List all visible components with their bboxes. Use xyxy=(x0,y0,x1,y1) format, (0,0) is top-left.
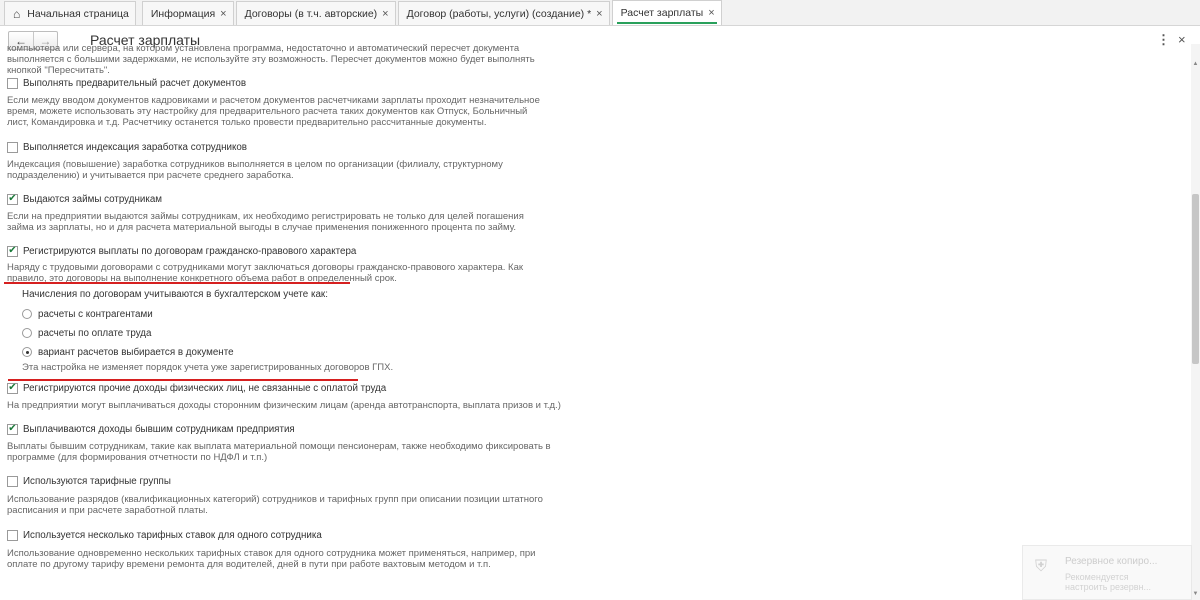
radio-selected[interactable] xyxy=(22,347,32,357)
home-icon: ⌂ xyxy=(13,6,21,21)
option-precalc[interactable]: Выполнять предварительный расчет докумен… xyxy=(7,76,567,90)
tab-label: Договор (работы, услуги) (создание) * xyxy=(406,7,592,20)
option-description: Если между вводом документов кадровиками… xyxy=(7,95,540,128)
option-gph[interactable]: ✔ Регистрируются выплаты по договорам гра… xyxy=(7,244,567,258)
radio-label: расчеты по оплате труда xyxy=(38,327,152,339)
option-loans[interactable]: ✔ Выдаются займы сотрудникам xyxy=(7,192,567,206)
checkmark-icon: ✔ xyxy=(8,193,17,204)
checkbox-unchecked[interactable] xyxy=(7,77,18,89)
option-indexation[interactable]: Выполняется индексация заработка сотрудн… xyxy=(7,140,567,154)
tab-label: Расчет зарплаты xyxy=(620,7,704,19)
radio-unselected[interactable] xyxy=(22,309,32,319)
tab-label: Начальная страница xyxy=(27,7,129,20)
radio-label: расчеты с контрагентами xyxy=(38,308,153,320)
option-description: Использование одновременно нескольких та… xyxy=(7,548,536,570)
accounting-method-note: Эта настройка не изменяет порядок учета … xyxy=(22,362,394,373)
checkbox-checked[interactable]: ✔ xyxy=(7,245,18,257)
option-description: Индексация (повышение) заработка сотрудн… xyxy=(7,159,503,181)
radio-unselected[interactable] xyxy=(22,328,32,338)
option-description: Выплаты бывшим сотрудникам, такие как вы… xyxy=(7,441,551,463)
tab-bar: ⌂ Начальная страница Информация × Договоры (… xyxy=(0,0,1200,26)
scroll-up-icon[interactable]: ▲ xyxy=(1192,60,1199,68)
option-label: Выполнять предварительный расчет докумен… xyxy=(23,77,247,89)
checkbox-unchecked[interactable] xyxy=(7,475,18,487)
tab-label: Информация xyxy=(150,7,216,20)
vertical-scrollbar[interactable]: ▲ ▼ xyxy=(1191,44,1200,600)
option-label: Выполняется индексация заработка сотрудн… xyxy=(23,141,248,153)
option-other_income[interactable]: ✔ Регистрируются прочие доходы физических… xyxy=(7,381,567,395)
highlight-underline xyxy=(8,379,358,381)
option-description: компьютера или сервера, на котором устан… xyxy=(7,44,535,76)
option-description: На предприятии могут выплачиваться доход… xyxy=(7,400,561,411)
radio-option[interactable]: вариант расчетов выбирается в документе xyxy=(7,345,567,359)
radio-option[interactable]: расчеты по оплате труда xyxy=(7,326,567,340)
tab-4[interactable]: Расчет зарплаты × xyxy=(611,0,722,25)
option-label: Регистрируются прочие доходы физических … xyxy=(23,382,387,394)
checkbox-checked[interactable]: ✔ xyxy=(7,193,18,205)
checkmark-icon: ✔ xyxy=(8,245,17,256)
option-description: Использование разрядов (квалификационных… xyxy=(7,494,543,516)
scrollbar-thumb[interactable] xyxy=(1192,194,1199,364)
option-label: Регистрируются выплаты по договорам граж… xyxy=(23,245,357,257)
accounting-method-label: Начисления по договорам учитываются в бу… xyxy=(22,289,328,300)
close-tab-icon[interactable]: × xyxy=(382,8,388,20)
radio-label: вариант расчетов выбирается в документе xyxy=(38,346,234,358)
tab-1[interactable]: Информация × xyxy=(141,1,234,25)
option-label: Выдаются займы сотрудникам xyxy=(23,193,163,205)
checkbox-checked[interactable]: ✔ xyxy=(7,423,18,435)
notification-title: Резервное копиро... xyxy=(1065,556,1158,567)
settings-content: компьютера или сервера, на котором устан… xyxy=(0,44,1190,600)
option-description: Если на предприятии выдаются займы сотру… xyxy=(7,211,524,233)
shield-icon: ⛨ xyxy=(1035,558,1048,575)
checkbox-checked[interactable]: ✔ xyxy=(7,382,18,394)
option-label: Используется несколько тарифных ставок д… xyxy=(23,529,322,541)
option-description: Наряду с трудовыми договорами с сотрудни… xyxy=(7,262,524,284)
close-tab-icon[interactable]: × xyxy=(596,8,602,20)
checkbox-unchecked[interactable] xyxy=(7,141,18,153)
option-multi_rates[interactable]: Используется несколько тарифных ставок д… xyxy=(7,528,567,542)
settings-list: компьютера или сервера, на котором устан… xyxy=(7,44,567,570)
checkmark-icon: ✔ xyxy=(8,423,17,434)
option-label: Используются тарифные группы xyxy=(23,475,171,487)
checkbox-unchecked[interactable] xyxy=(7,529,18,541)
scroll-down-icon[interactable]: ▼ xyxy=(1192,590,1199,598)
tab-3[interactable]: Договор (работы, услуги) (создание) * × xyxy=(397,1,610,25)
tab-0[interactable]: ⌂ Начальная страница xyxy=(4,1,136,25)
close-tab-icon[interactable]: × xyxy=(708,7,714,19)
notification-toast[interactable]: ⛨ Резервное копиро... Рекомендуется наст… xyxy=(1022,545,1192,600)
highlight-underline xyxy=(4,282,350,284)
option-label: Выплачиваются доходы бывшим сотрудникам … xyxy=(23,423,295,435)
radio-option[interactable]: расчеты с контрагентами xyxy=(7,307,567,321)
option-tariff_groups[interactable]: Используются тарифные группы xyxy=(7,474,567,488)
checkmark-icon: ✔ xyxy=(8,382,17,393)
close-tab-icon[interactable]: × xyxy=(220,8,226,20)
notification-text: Рекомендуется настроить резервн... xyxy=(1065,572,1152,592)
option-former[interactable]: ✔ Выплачиваются доходы бывшим сотрудникам… xyxy=(7,422,567,436)
tab-2[interactable]: Договоры (в т.ч. авторские) × xyxy=(235,1,396,25)
tab-label: Договоры (в т.ч. авторские) xyxy=(244,7,378,20)
